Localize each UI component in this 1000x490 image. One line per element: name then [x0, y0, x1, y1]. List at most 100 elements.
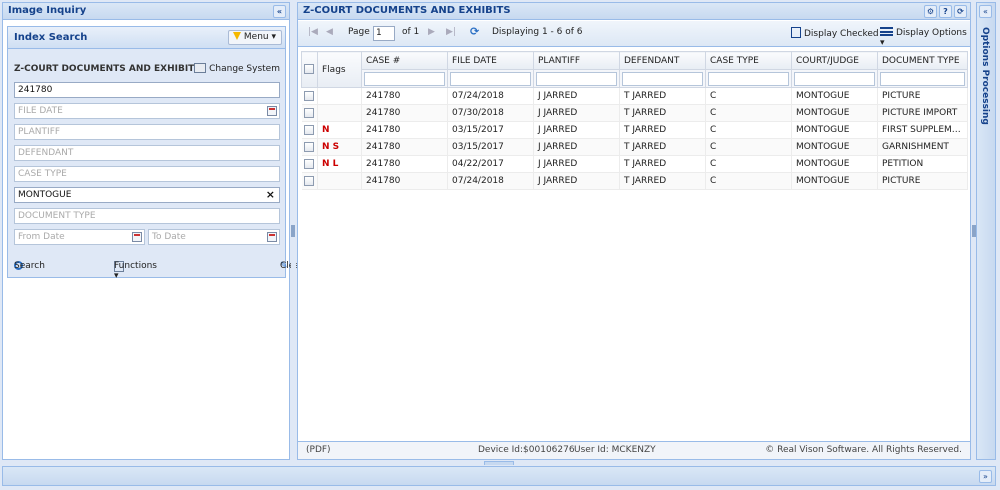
table-row[interactable]: 241780 07/30/2018 J JARRED T JARRED C MO…: [301, 104, 968, 122]
options-processing-panel[interactable]: « Options Processing: [976, 2, 996, 460]
file-date-cell: 03/15/2017: [447, 121, 534, 139]
row-select-cell: [301, 87, 318, 105]
case-number-cell: 241780: [361, 172, 448, 190]
display-checked-label: Display Checked: [804, 29, 879, 39]
file-date-cell: 04/22/2017: [447, 155, 534, 173]
table-row[interactable]: N L 241780 04/22/2017 J JARRED T JARRED …: [301, 155, 968, 173]
bottom-splitter-handle[interactable]: [484, 461, 514, 465]
document-type-input[interactable]: DOCUMENT TYPE: [14, 208, 280, 224]
display-options-button[interactable]: Display Options ▾: [880, 27, 970, 48]
from-date-input[interactable]: From Date: [14, 229, 145, 245]
splitter-handle[interactable]: [291, 225, 295, 237]
column-flags[interactable]: Flags: [317, 51, 362, 88]
row-checkbox[interactable]: [303, 124, 314, 135]
file-date-cell: 03/15/2017: [447, 138, 534, 156]
image-inquiry-header: Image Inquiry «: [3, 3, 289, 20]
menu-label: Menu ▾: [243, 32, 276, 42]
table-row[interactable]: N 241780 03/15/2017 J JARRED T JARRED C …: [301, 121, 968, 139]
page-count: of 1: [402, 27, 420, 37]
case-number-cell: 241780: [361, 121, 448, 139]
defendant-cell: T JARRED: [619, 172, 706, 190]
filter-document-type-input[interactable]: [880, 71, 965, 86]
select-all-checkbox[interactable]: [304, 64, 314, 75]
change-system-button[interactable]: Change System: [194, 61, 280, 77]
calendar-icon[interactable]: [267, 232, 277, 242]
grid-header: Z-COURT DOCUMENTS AND EXHIBITS ⚙ ? ⟳: [298, 3, 970, 20]
row-checkbox[interactable]: [303, 141, 314, 152]
defendant-input[interactable]: DEFENDANT: [14, 145, 280, 161]
defendant-cell: T JARRED: [619, 104, 706, 122]
left-splitter[interactable]: [291, 2, 296, 460]
court-judge-input[interactable]: MONTOGUE ×: [14, 187, 280, 203]
pdf-link[interactable]: (PDF): [306, 442, 331, 459]
gear-icon[interactable]: ⚙: [924, 5, 937, 18]
plaintiff-cell: J JARRED: [533, 138, 620, 156]
status-bar: (PDF) Device Id:$00106276 User Id: MCKEN…: [298, 441, 970, 459]
plaintiff-input[interactable]: PLANTIFF: [14, 124, 280, 140]
expand-right-icon[interactable]: «: [979, 5, 992, 18]
column-case-type[interactable]: CASE TYPE: [705, 51, 792, 70]
column-plaintiff[interactable]: PLANTIFF: [533, 51, 620, 70]
table-row[interactable]: 241780 07/24/2018 J JARRED T JARRED C MO…: [301, 87, 968, 105]
filter-cell: [619, 69, 706, 88]
table-row[interactable]: 241780 07/24/2018 J JARRED T JARRED C MO…: [301, 172, 968, 190]
first-page-icon[interactable]: |◀: [308, 27, 318, 37]
case-type-input[interactable]: CASE TYPE: [14, 166, 280, 182]
copyright: © Real Vison Software. All Rights Reserv…: [765, 445, 962, 455]
filter-file-date-input[interactable]: [450, 71, 531, 86]
results-table: Flags CASE # FILE DATE PLANTIFF DEFENDAN…: [301, 51, 968, 190]
case-type-cell: C: [705, 87, 792, 105]
page-number-input[interactable]: 1: [373, 26, 395, 41]
menu-button[interactable]: Menu ▾: [227, 30, 282, 45]
refresh-panel-icon[interactable]: ⟳: [954, 5, 967, 18]
column-file-date[interactable]: FILE DATE: [447, 51, 534, 70]
plaintiff-cell: J JARRED: [533, 155, 620, 173]
case-number-cell: 241780: [361, 104, 448, 122]
filter-case-number-input[interactable]: [364, 71, 445, 86]
index-search-title: Index Search: [14, 32, 88, 43]
filter-plaintiff-input[interactable]: [536, 71, 617, 86]
index-search-header: Index Search Menu ▾: [8, 27, 285, 49]
row-checkbox[interactable]: [303, 175, 314, 186]
expand-bottom-icon[interactable]: »: [979, 470, 992, 483]
column-document-type[interactable]: DOCUMENT TYPE: [877, 51, 968, 70]
row-checkbox[interactable]: [303, 158, 314, 169]
help-icon[interactable]: ?: [939, 5, 952, 18]
page-label: Page: [348, 27, 370, 37]
file-date-input[interactable]: FILE DATE: [14, 103, 280, 119]
file-date-placeholder: FILE DATE: [18, 106, 63, 116]
filter-cell: [447, 69, 534, 88]
next-page-icon[interactable]: ▶: [428, 27, 435, 37]
refresh-icon[interactable]: ⟳: [470, 25, 479, 38]
system-name: Z-COURT DOCUMENTS AND EXHIBITS: [14, 64, 201, 74]
case-type-cell: C: [705, 138, 792, 156]
table-row[interactable]: N S 241780 03/15/2017 J JARRED T JARRED …: [301, 138, 968, 156]
column-court-judge[interactable]: COURT/JUDGE: [791, 51, 878, 70]
filter-court-judge-input[interactable]: [794, 71, 875, 86]
file-date-cell: 07/30/2018: [447, 104, 534, 122]
filter-case-type-input[interactable]: [708, 71, 789, 86]
column-case-number[interactable]: CASE #: [361, 51, 448, 70]
filter-defendant-input[interactable]: [622, 71, 703, 86]
bottom-panel[interactable]: »: [2, 466, 996, 486]
flags-cell: N: [317, 121, 362, 139]
row-checkbox[interactable]: [303, 107, 314, 118]
options-processing-title[interactable]: Options Processing: [980, 27, 990, 125]
last-page-icon[interactable]: ▶|: [446, 27, 456, 37]
case-number-input[interactable]: 241780: [14, 82, 280, 98]
system-icon: [194, 63, 207, 73]
row-checkbox[interactable]: [303, 90, 314, 101]
prev-page-icon[interactable]: ◀: [326, 27, 333, 37]
calendar-icon[interactable]: [267, 106, 277, 116]
calendar-icon[interactable]: [132, 232, 142, 242]
paging-toolbar: |◀ ◀ Page 1 of 1 ▶ ▶| ⟳ Displaying 1 - 6…: [298, 21, 970, 48]
display-checked-button[interactable]: Display Checked: [791, 27, 879, 39]
column-defendant[interactable]: DEFENDANT: [619, 51, 706, 70]
court-judge-cell: MONTOGUE: [791, 104, 878, 122]
to-date-input[interactable]: To Date: [148, 229, 280, 245]
collapse-left-icon[interactable]: «: [273, 5, 286, 18]
plaintiff-cell: J JARRED: [533, 172, 620, 190]
funnel-icon: [232, 32, 241, 40]
table-header-row: Flags CASE # FILE DATE PLANTIFF DEFENDAN…: [301, 51, 968, 88]
clear-field-icon[interactable]: ×: [266, 188, 275, 202]
